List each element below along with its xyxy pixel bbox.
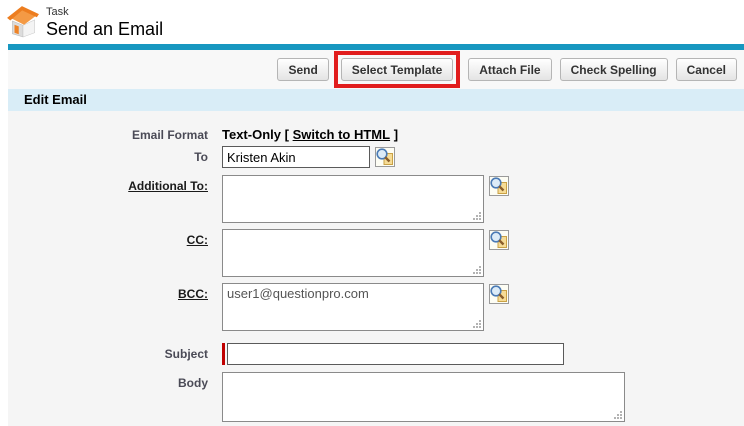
section-header: Edit Email (8, 89, 744, 111)
body-label: Body (8, 372, 222, 390)
bracket-close: ] (394, 127, 398, 142)
email-format-value: Text-Only (222, 127, 281, 142)
page-title: Send an Email (46, 19, 163, 40)
body-row: Body (8, 372, 744, 422)
edit-email-form: Email Format Text-Only [ Switch to HTML … (8, 111, 744, 426)
resize-grip[interactable] (479, 272, 481, 274)
cc-textarea[interactable] (222, 229, 484, 277)
additional-to-textarea[interactable] (222, 175, 484, 223)
resize-grip[interactable] (479, 218, 481, 220)
email-edit-block: Send Select Template Attach File Check S… (8, 44, 744, 426)
additional-to-lookup-icon[interactable] (489, 176, 509, 196)
to-label: To (8, 146, 222, 164)
page-header: Task Send an Email (6, 4, 163, 40)
task-home-icon (6, 4, 40, 38)
switch-to-html-link[interactable]: Switch to HTML (293, 127, 391, 142)
additional-to-label[interactable]: Additional To: (128, 179, 208, 193)
resize-grip[interactable] (479, 326, 481, 328)
additional-to-row: Additional To: (8, 175, 744, 223)
to-lookup-icon[interactable] (375, 147, 395, 167)
entity-label: Task (46, 6, 163, 19)
send-button[interactable]: Send (277, 58, 328, 81)
cancel-button[interactable]: Cancel (676, 58, 737, 81)
bcc-label[interactable]: BCC: (178, 287, 208, 301)
cc-label[interactable]: CC: (187, 233, 208, 247)
subject-required-bar (222, 343, 225, 365)
body-textarea[interactable] (222, 372, 625, 422)
to-row: To (8, 146, 744, 168)
select-template-button[interactable]: Select Template (341, 58, 453, 81)
cc-row: CC: (8, 229, 744, 277)
bcc-row: BCC: user1@questionpro.com (8, 283, 744, 331)
bcc-lookup-icon[interactable] (489, 284, 509, 304)
subject-row: Subject (8, 343, 744, 365)
bcc-textarea[interactable]: user1@questionpro.com (222, 283, 484, 331)
check-spelling-button[interactable]: Check Spelling (560, 58, 668, 81)
email-format-label: Email Format (8, 124, 222, 142)
cc-lookup-icon[interactable] (489, 230, 509, 250)
resize-grip[interactable] (620, 417, 622, 419)
to-input[interactable] (222, 146, 370, 168)
email-format-row: Email Format Text-Only [ Switch to HTML … (8, 124, 744, 142)
subject-input[interactable] (227, 343, 564, 365)
select-template-highlight-annotation: Select Template (334, 51, 460, 88)
toolbar: Send Select Template Attach File Check S… (8, 50, 744, 89)
attach-file-button[interactable]: Attach File (468, 58, 551, 81)
subject-label: Subject (8, 343, 222, 361)
